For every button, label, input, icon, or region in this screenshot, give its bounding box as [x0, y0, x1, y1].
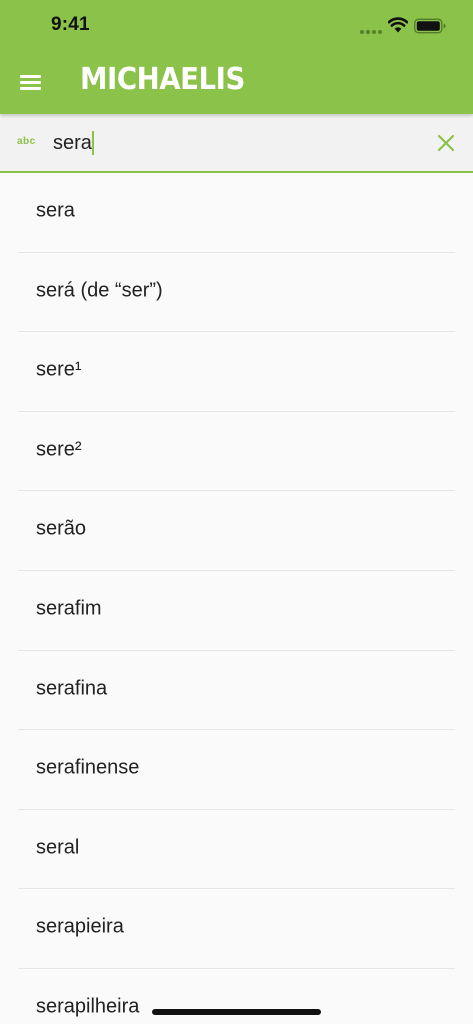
result-label: serafina: [36, 677, 108, 700]
result-label: será (de “ser”): [36, 279, 163, 302]
search-mode-abc-icon[interactable]: abc: [17, 136, 36, 147]
search-input[interactable]: [53, 130, 413, 156]
result-label: sera: [36, 199, 75, 222]
result-label: serafim: [36, 597, 102, 620]
result-label: serafinense: [36, 756, 140, 779]
app-screen: 9:41 MICHAELIS abc sera sera será (de “s…: [0, 0, 473, 1024]
result-item[interactable]: sere²: [18, 412, 455, 492]
hamburger-menu-icon[interactable]: [20, 72, 42, 92]
result-item[interactable]: será (de “ser”): [18, 253, 455, 333]
result-item[interactable]: serapieira: [18, 889, 455, 969]
app-header: 9:41 MICHAELIS: [0, 0, 473, 114]
result-label: serão: [36, 517, 87, 540]
result-item[interactable]: serafim: [18, 571, 455, 651]
result-item[interactable]: sera: [18, 173, 455, 253]
result-label: serapieira: [36, 915, 124, 938]
battery-icon: [414, 18, 446, 34]
search-bar: abc: [0, 114, 473, 173]
result-label: sere¹: [36, 358, 82, 381]
search-results-list: sera será (de “ser”) sere¹ sere² serão s…: [0, 173, 473, 1024]
result-label: sere²: [36, 438, 82, 461]
text-cursor: [92, 131, 94, 155]
status-time: 9:41: [51, 14, 90, 35]
result-item[interactable]: sere¹: [18, 332, 455, 412]
result-item[interactable]: serão: [18, 491, 455, 571]
wifi-icon: [388, 17, 408, 33]
app-logo: MICHAELIS: [80, 62, 245, 97]
result-label: serapilheira: [36, 995, 140, 1018]
cellular-signal-icon: [360, 30, 382, 34]
result-item[interactable]: seral: [18, 810, 455, 890]
home-indicator[interactable]: [152, 1009, 321, 1015]
result-item[interactable]: serafinense: [18, 730, 455, 810]
result-item[interactable]: serafina: [18, 651, 455, 731]
result-item[interactable]: serapilheira: [18, 969, 455, 1024]
result-label: seral: [36, 836, 80, 859]
close-icon[interactable]: [437, 134, 455, 152]
